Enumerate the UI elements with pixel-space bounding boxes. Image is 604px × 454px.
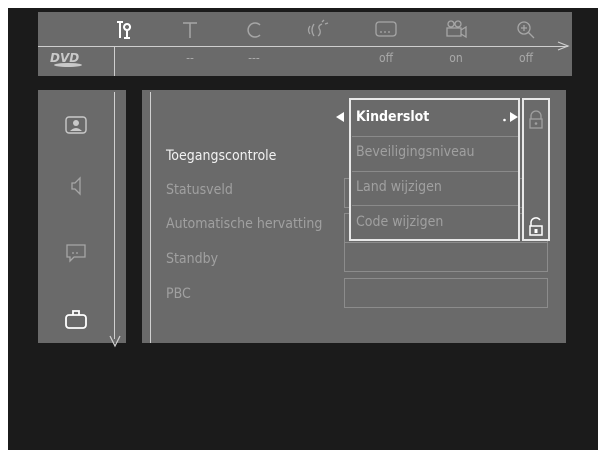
picture-icon[interactable]: [62, 112, 90, 138]
title-value: --: [186, 51, 194, 65]
settings-row-standby[interactable]: Standby: [166, 251, 218, 267]
audio-icon[interactable]: [304, 16, 332, 42]
pbc-value-box[interactable]: [344, 278, 548, 308]
chapter-value: ---: [248, 51, 260, 65]
submenu-separator: [352, 136, 518, 137]
svg-text:DVD: DVD: [50, 51, 79, 65]
settings-row-auto-resume[interactable]: Automatische hervatting: [166, 216, 322, 232]
submenu-item-change-code[interactable]: Code wijzigen: [356, 214, 443, 230]
submenu-separator: [352, 171, 518, 172]
camera-angle-icon[interactable]: [442, 16, 470, 42]
submenu-item-security-level[interactable]: Beveiligingsniveau: [356, 144, 475, 160]
speech-bubble-icon[interactable]: [62, 240, 90, 266]
settings-row-status-field[interactable]: Statusveld: [166, 182, 233, 198]
lock-closed-icon: [527, 110, 545, 130]
speaker-icon[interactable]: [62, 173, 90, 199]
settings-panel-line: [150, 92, 151, 343]
scroll-right-arrow-icon: [556, 40, 572, 54]
submenu-right-arrow-icon[interactable]: [502, 110, 520, 124]
submenu-item-change-country[interactable]: Land wijzigen: [356, 179, 442, 195]
lock-open-icon: [527, 216, 545, 238]
settings-row-access-control[interactable]: Toegangscontrole: [166, 148, 276, 164]
settings-row-pbc[interactable]: PBC: [166, 286, 191, 302]
submenu-item-child-lock[interactable]: Kinderslot: [356, 109, 429, 125]
top-menu-divider: [38, 46, 568, 47]
scroll-down-arrow-icon: [108, 334, 122, 348]
dvd-logo: DVD: [46, 50, 96, 68]
submenu-separator: [352, 205, 518, 206]
zoom-icon[interactable]: [512, 16, 540, 42]
chapter-icon[interactable]: [240, 16, 268, 42]
angle-value: on: [449, 51, 463, 65]
standby-value-box[interactable]: [344, 242, 548, 272]
subtitle-icon[interactable]: [372, 16, 400, 42]
side-menu-scroll-line: [114, 92, 115, 339]
subtitle-value: off: [378, 51, 394, 65]
zoom-value: off: [518, 51, 534, 65]
title-icon[interactable]: [176, 16, 204, 42]
briefcase-icon[interactable]: [62, 306, 90, 332]
tools-icon[interactable]: [112, 16, 140, 42]
selection-left-arrow-icon: [334, 110, 346, 124]
top-menu-vertical-divider: [114, 46, 115, 76]
